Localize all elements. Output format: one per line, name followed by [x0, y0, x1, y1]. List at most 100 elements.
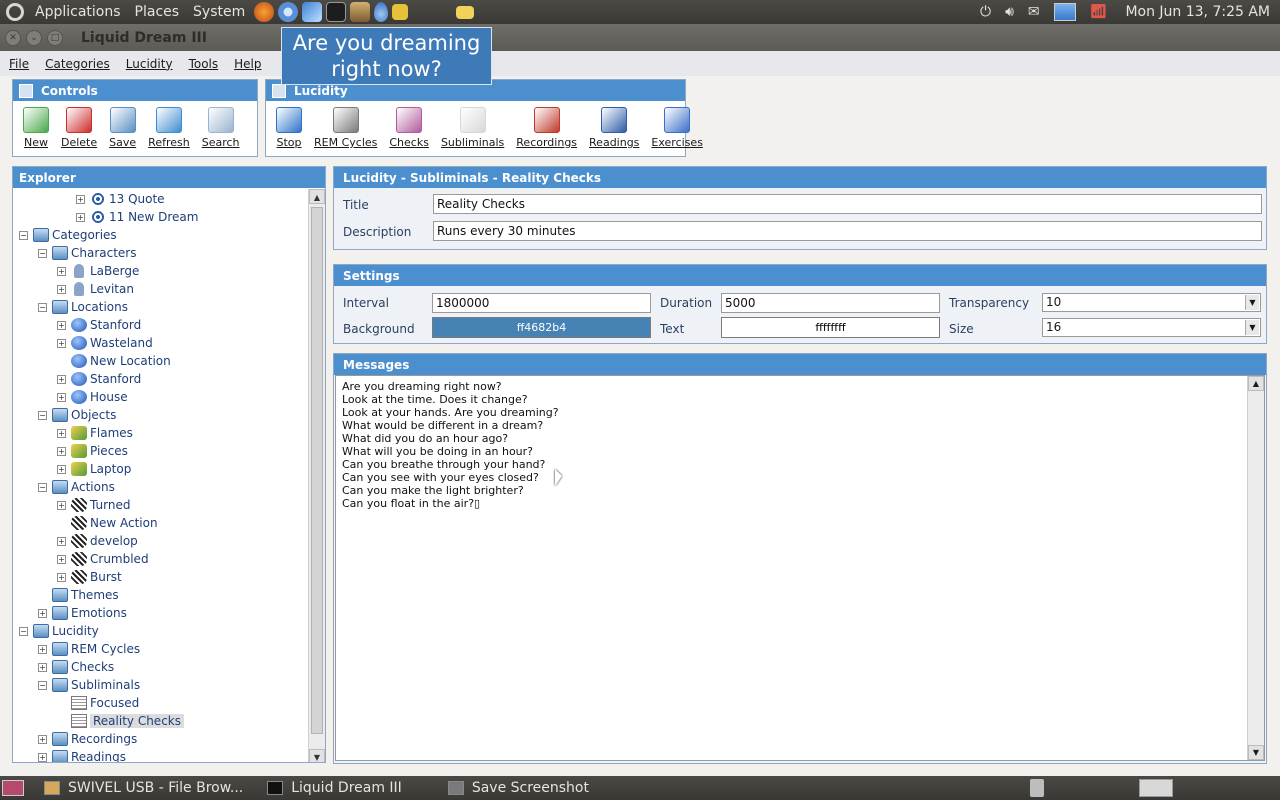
scroll-up-icon[interactable]: ▲ — [1248, 376, 1264, 391]
tree-node[interactable]: + Levitan — [57, 280, 134, 298]
expand-icon[interactable]: + — [38, 644, 47, 654]
tree-node[interactable]: + Flames — [57, 424, 133, 442]
collapse-icon[interactable]: − — [38, 302, 47, 312]
tree-node[interactable]: + develop — [57, 532, 138, 550]
background-color-button[interactable]: ff4682b4 — [432, 317, 651, 338]
expand-icon[interactable]: + — [76, 194, 85, 204]
volume-icon[interactable]: 🔊︎ — [1005, 4, 1014, 20]
weather-icon[interactable] — [1053, 3, 1076, 21]
scroll-up-icon[interactable]: ▲ — [309, 189, 325, 204]
clock[interactable]: Mon Jun 13, 7:25 AM — [1125, 4, 1270, 20]
maximize-icon[interactable]: □ — [47, 29, 63, 46]
description-field[interactable]: Runs every 30 minutes — [433, 221, 1262, 241]
tree-node[interactable]: − Locations — [38, 298, 128, 316]
wifi-icon[interactable]: 📶︎ — [1090, 4, 1108, 20]
controls-new-button[interactable]: New — [17, 107, 55, 149]
lucidity-checks-button[interactable]: Checks — [383, 107, 435, 149]
firefox-icon[interactable] — [254, 2, 275, 22]
menu-tools[interactable]: Tools — [189, 57, 219, 71]
drop-icon[interactable] — [374, 2, 389, 22]
collapse-icon[interactable]: − — [19, 230, 28, 240]
text-color-button[interactable]: ffffffff — [721, 317, 940, 338]
collapse-icon[interactable]: − — [38, 410, 47, 420]
tree-node[interactable]: + Pieces — [57, 442, 128, 460]
tree-node[interactable]: − Lucidity — [19, 622, 99, 640]
expand-icon[interactable]: + — [57, 446, 66, 456]
folder-icon[interactable] — [456, 5, 475, 19]
trash-icon[interactable] — [1030, 779, 1044, 797]
lucidity-exercises-button[interactable]: Exercises — [645, 107, 709, 149]
terminal-icon[interactable] — [326, 2, 347, 22]
expand-icon[interactable]: + — [57, 320, 66, 330]
expand-icon[interactable]: + — [57, 284, 66, 294]
messages-scrollbar[interactable]: ▲ ▼ — [1247, 376, 1264, 760]
expand-icon[interactable]: + — [38, 752, 47, 762]
size-select[interactable]: 16 ▼ — [1042, 318, 1261, 337]
expand-icon[interactable]: + — [57, 266, 66, 276]
controls-search-button[interactable]: Search — [196, 107, 246, 149]
tree-node[interactable]: − Objects — [38, 406, 116, 424]
menu-categories[interactable]: Categories — [45, 57, 110, 71]
tree-node[interactable]: + Stanford — [57, 370, 141, 388]
workspace-switcher-icon[interactable] — [1139, 779, 1173, 797]
tree-node[interactable]: Themes — [38, 586, 119, 604]
tree-node[interactable]: − Characters — [38, 244, 137, 262]
lucidity-stop-button[interactable]: Stop — [270, 107, 308, 149]
tree-node[interactable]: + Wasteland — [57, 334, 153, 352]
ubuntu-logo-icon[interactable] — [6, 3, 24, 21]
explorer-scrollbar[interactable]: ▲ ▼ — [308, 189, 325, 762]
taskbar-task[interactable]: SWIVEL USB - File Brow... — [36, 777, 251, 799]
scroll-down-icon[interactable]: ▼ — [1248, 745, 1264, 760]
close-icon[interactable]: ✕ — [5, 29, 21, 46]
tree-node[interactable]: + House — [57, 388, 128, 406]
window-titlebar[interactable]: ✕ ⌄ □ Liquid Dream III — [0, 24, 1280, 51]
tree-node[interactable]: +11 New Dream — [76, 208, 198, 226]
lucidity-subliminals-button[interactable]: Subliminals — [435, 107, 510, 149]
tree-node[interactable]: + Recordings — [38, 730, 137, 748]
tree-node[interactable]: + Stanford — [57, 316, 141, 334]
messages-textarea[interactable]: Are you dreaming right now? Look at the t… — [335, 375, 1265, 761]
tree-node[interactable]: + Turned — [57, 496, 130, 514]
expand-icon[interactable]: + — [57, 464, 66, 474]
lucidity-readings-button[interactable]: Readings — [583, 107, 645, 149]
expand-icon[interactable]: + — [57, 554, 66, 564]
expand-icon[interactable]: + — [38, 662, 47, 672]
tree-node[interactable]: Focused — [57, 694, 139, 712]
interval-field[interactable]: 1800000 — [432, 293, 651, 313]
tree-node[interactable]: New Action — [57, 514, 158, 532]
power-icon[interactable]: ⏻ — [980, 4, 991, 20]
applications-menu[interactable]: Applications — [28, 4, 128, 20]
expand-icon[interactable]: + — [76, 212, 85, 222]
collapse-icon[interactable]: − — [38, 248, 47, 258]
tree-node[interactable]: + Emotions — [38, 604, 127, 622]
tree-node[interactable]: + Readings — [38, 748, 126, 762]
expand-icon[interactable]: + — [57, 392, 66, 402]
tree-node[interactable]: − Categories — [19, 226, 117, 244]
tree-node[interactable]: Reality Checks — [57, 712, 184, 730]
tree-node[interactable]: +13 Quote — [76, 190, 165, 208]
menu-help[interactable]: Help — [234, 57, 261, 71]
show-desktop-icon[interactable] — [2, 780, 24, 796]
taskbar-task[interactable]: Liquid Dream III — [259, 777, 410, 799]
scroll-thumb[interactable] — [311, 207, 323, 734]
expand-icon[interactable]: + — [57, 572, 66, 582]
expand-icon[interactable]: + — [57, 428, 66, 438]
tree-node[interactable]: + Burst — [57, 568, 122, 586]
expand-icon[interactable]: + — [57, 500, 66, 510]
tree-node[interactable]: − Actions — [38, 478, 115, 496]
scroll-down-icon[interactable]: ▼ — [309, 749, 325, 762]
chevron-down-icon[interactable]: ▼ — [1245, 295, 1259, 310]
menu-lucidity[interactable]: Lucidity — [126, 57, 173, 71]
chevron-down-icon[interactable]: ▼ — [1245, 320, 1259, 335]
chromium-icon[interactable] — [278, 2, 299, 22]
transparency-select[interactable]: 10 ▼ — [1042, 293, 1261, 312]
tree-node[interactable]: + REM Cycles — [38, 640, 140, 658]
expand-icon[interactable]: + — [57, 374, 66, 384]
expand-icon[interactable]: + — [38, 608, 47, 618]
tree-node[interactable]: New Location — [57, 352, 171, 370]
expand-icon[interactable]: + — [57, 338, 66, 348]
tree-node[interactable]: + Crumbled — [57, 550, 149, 568]
tree-node[interactable]: − Subliminals — [38, 676, 140, 694]
lucidity-recordings-button[interactable]: Recordings — [510, 107, 583, 149]
controls-refresh-button[interactable]: Refresh — [142, 107, 196, 149]
